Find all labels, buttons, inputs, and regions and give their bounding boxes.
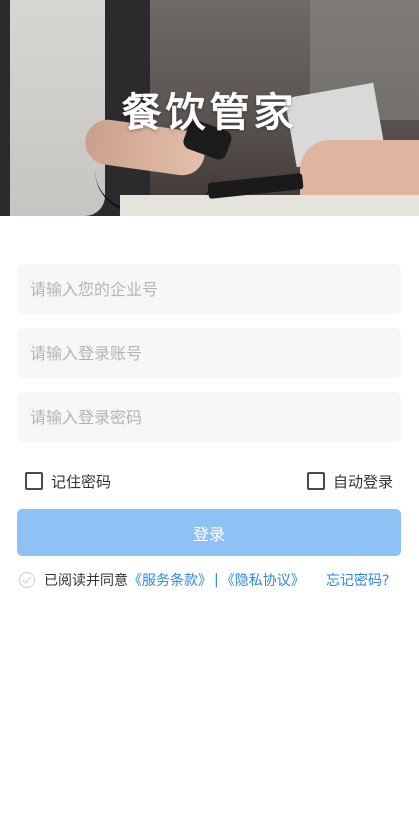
remember-password-option[interactable]: 记住密码	[25, 470, 111, 492]
service-terms-link[interactable]: 《服务条款》	[128, 570, 212, 590]
auto-login-checkbox[interactable]	[307, 472, 325, 490]
hero-counter-shape	[120, 195, 419, 216]
account-input[interactable]	[17, 328, 401, 378]
app-title: 餐饮管家	[121, 90, 298, 136]
password-input[interactable]	[17, 392, 401, 442]
agreement-separator: |	[214, 572, 219, 588]
auto-login-option[interactable]: 自动登录	[307, 470, 393, 492]
remember-password-checkbox[interactable]	[25, 472, 43, 490]
company-id-input[interactable]	[17, 264, 401, 314]
agreement-prefix: 已阅读并同意	[44, 573, 128, 589]
agreement-check-icon[interactable]	[19, 572, 35, 588]
privacy-policy-link[interactable]: 《隐私协议》	[221, 570, 305, 590]
forgot-password-link[interactable]: 忘记密码?	[326, 570, 389, 590]
login-button[interactable]: 登录	[17, 509, 401, 556]
hero-banner: 餐饮管家	[0, 0, 419, 216]
agreement-row: 已阅读并同意 《服务条款》 | 《隐私协议》	[19, 570, 305, 590]
auto-login-label: 自动登录	[333, 472, 394, 491]
remember-password-label: 记住密码	[51, 472, 112, 491]
